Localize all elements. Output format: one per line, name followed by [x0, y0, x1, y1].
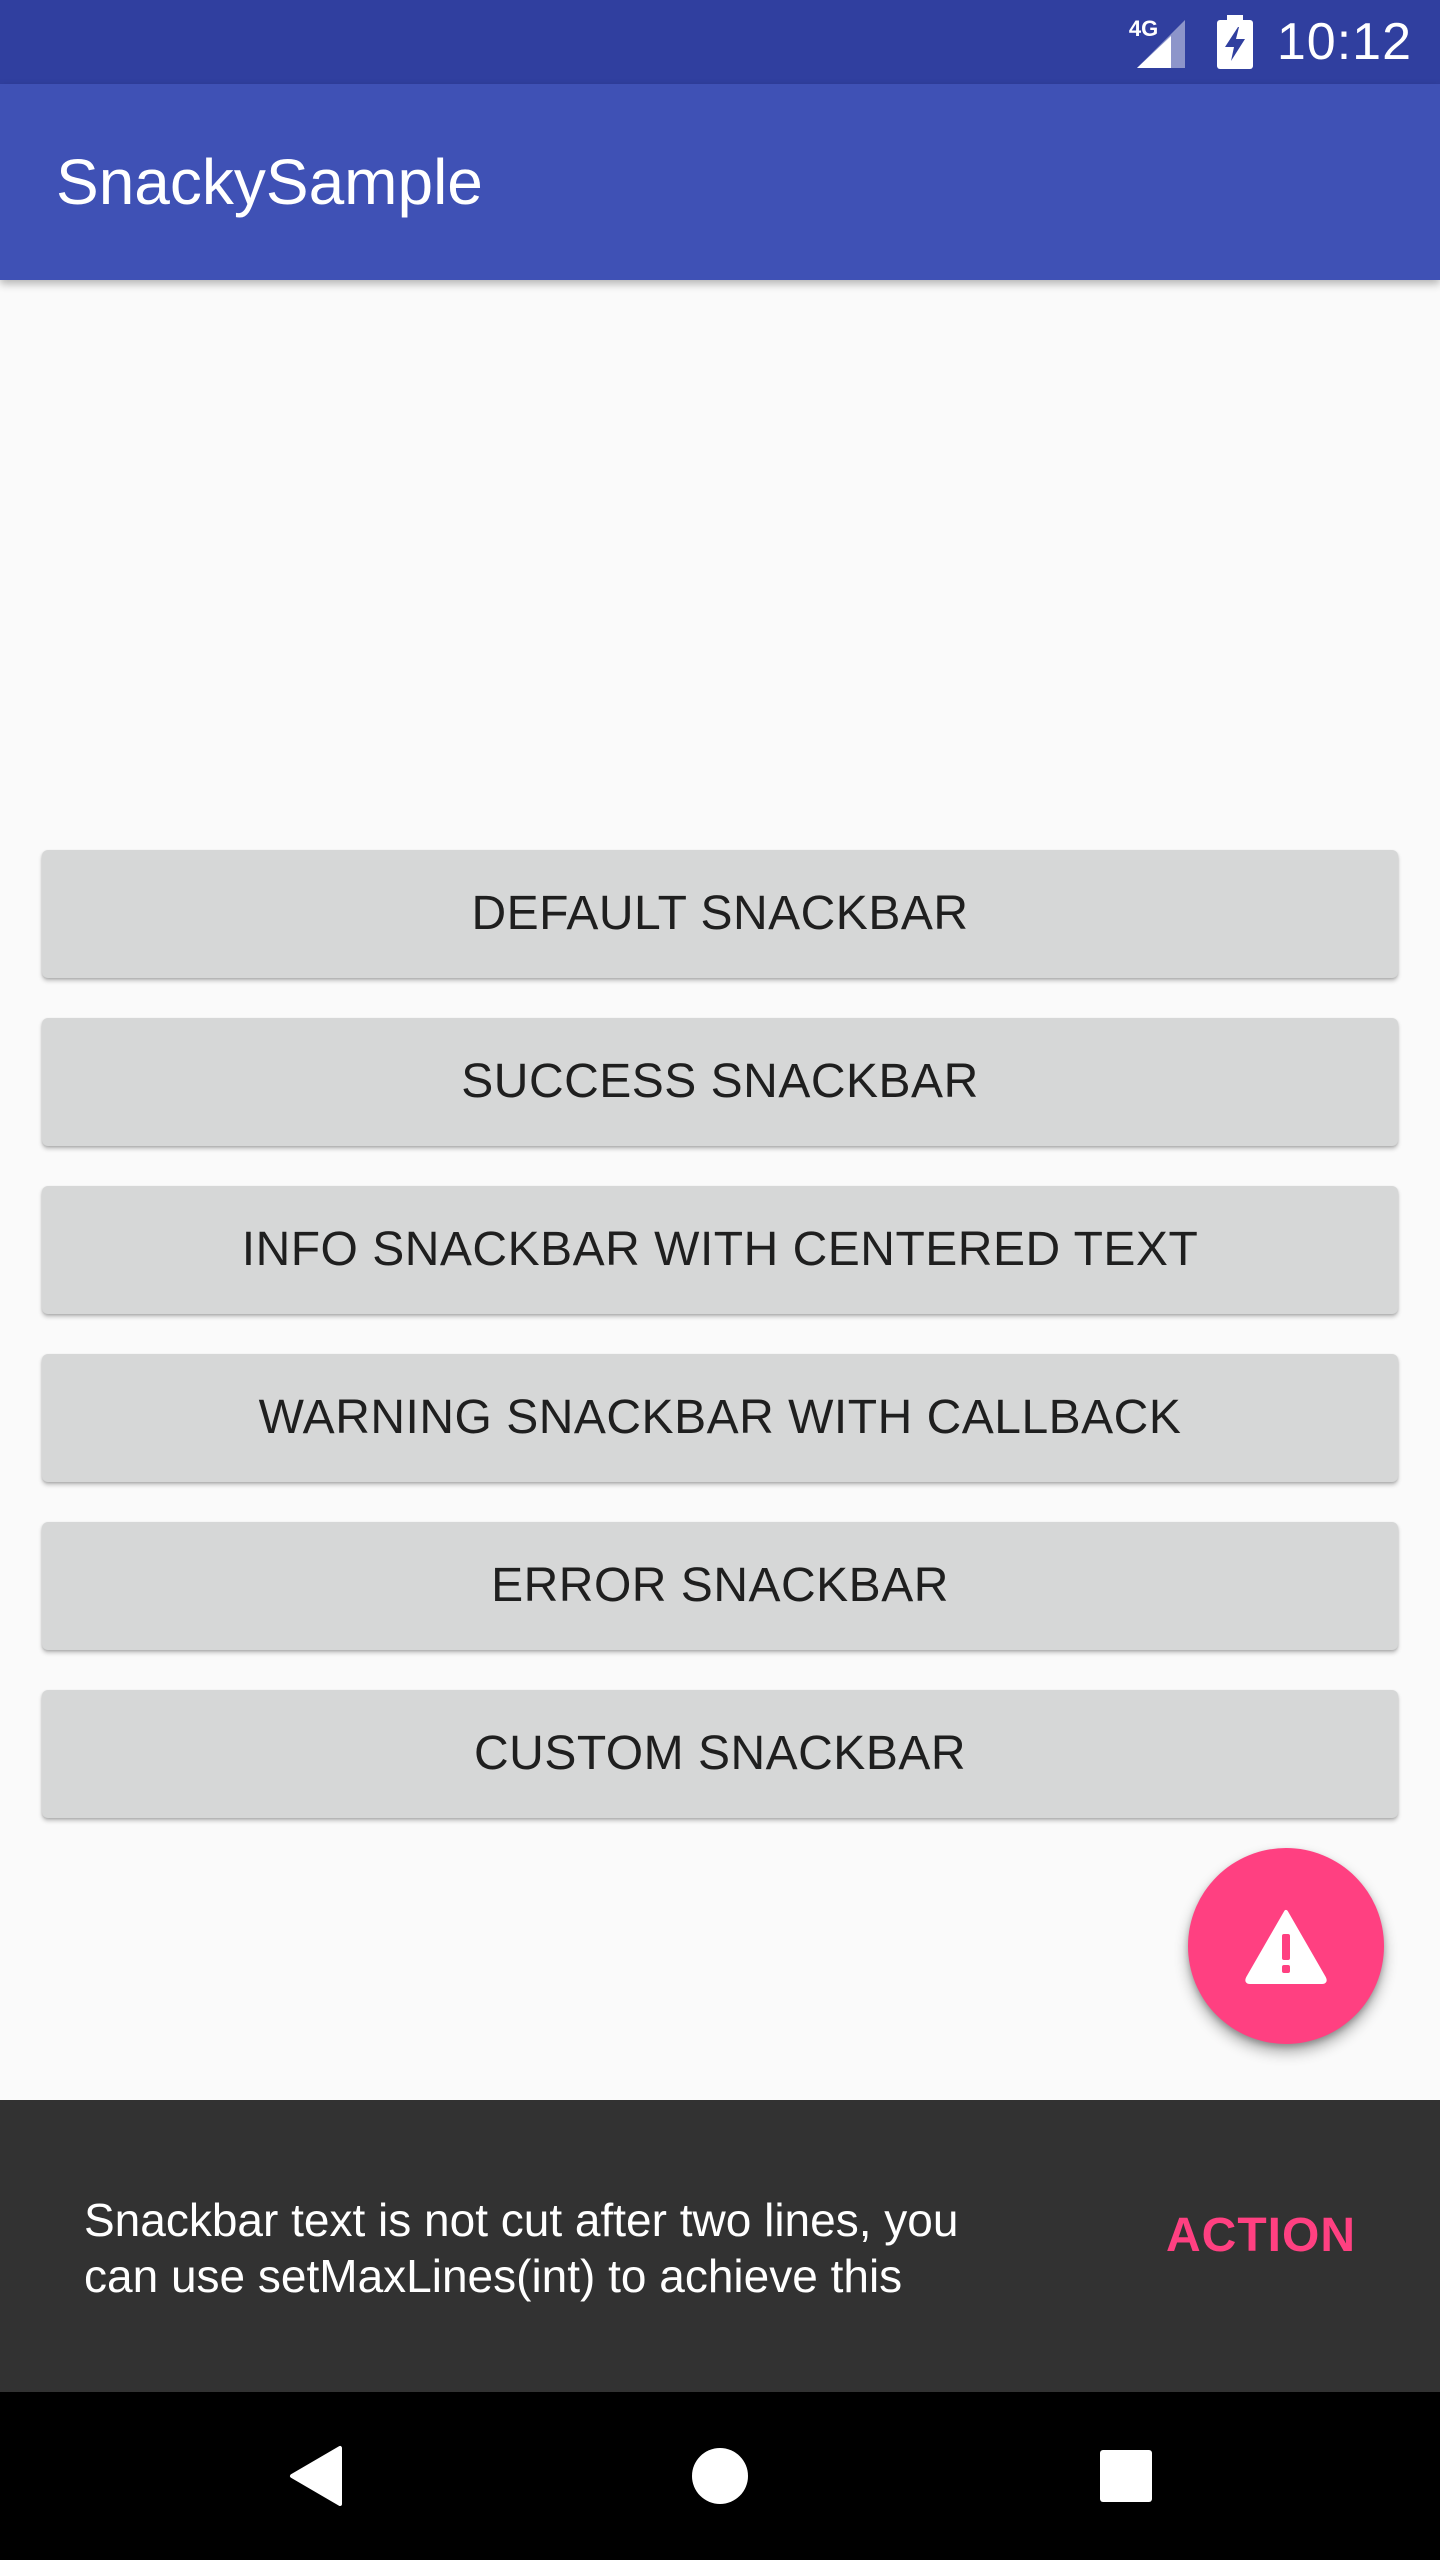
snackbar-action-button[interactable]: ACTION	[1166, 2208, 1356, 2263]
app-bar: SnackySample	[0, 84, 1440, 280]
battery-charging-icon	[1216, 15, 1253, 69]
status-bar: 4G 10:12	[0, 0, 1440, 84]
snackbar-message-line-2: can use setMaxLines(int) to achieve this	[84, 2250, 903, 2302]
button-list: DEFAULT SNACKBAR SUCCESS SNACKBAR INFO S…	[42, 850, 1398, 1858]
status-clock: 10:12	[1276, 13, 1412, 71]
home-circle-icon	[692, 2448, 748, 2504]
warning-fab[interactable]	[1188, 1848, 1384, 2044]
network-type-label: 4G	[1128, 16, 1159, 41]
app-title: SnackySample	[56, 146, 483, 218]
warning-snackbar-button[interactable]: WARNING SNACKBAR WITH CALLBACK	[42, 1354, 1398, 1482]
recents-square-icon	[1100, 2450, 1152, 2502]
navigation-bar	[0, 2392, 1440, 2560]
warning-icon	[1245, 1910, 1327, 1984]
status-icons: 4G 10:12	[1127, 0, 1412, 84]
custom-snackbar-button[interactable]: CUSTOM SNACKBAR	[42, 1690, 1398, 1818]
default-snackbar-button[interactable]: DEFAULT SNACKBAR	[42, 850, 1398, 978]
snackbar-message-line-1: Snackbar text is not cut after two lines…	[84, 2194, 959, 2246]
info-snackbar-button[interactable]: INFO SNACKBAR WITH CENTERED TEXT	[42, 1186, 1398, 1314]
snackbar-message: Snackbar text is not cut after two lines…	[84, 2192, 1084, 2304]
recents-button[interactable]	[1042, 2392, 1210, 2560]
error-snackbar-button[interactable]: ERROR SNACKBAR	[42, 1522, 1398, 1650]
success-snackbar-button[interactable]: SUCCESS SNACKBAR	[42, 1018, 1398, 1146]
snackbar: Snackbar text is not cut after two lines…	[0, 2100, 1440, 2392]
back-triangle-icon	[290, 2446, 342, 2506]
home-button[interactable]	[636, 2392, 804, 2560]
back-button[interactable]	[232, 2392, 400, 2560]
signal-icon: 4G	[1127, 14, 1187, 70]
